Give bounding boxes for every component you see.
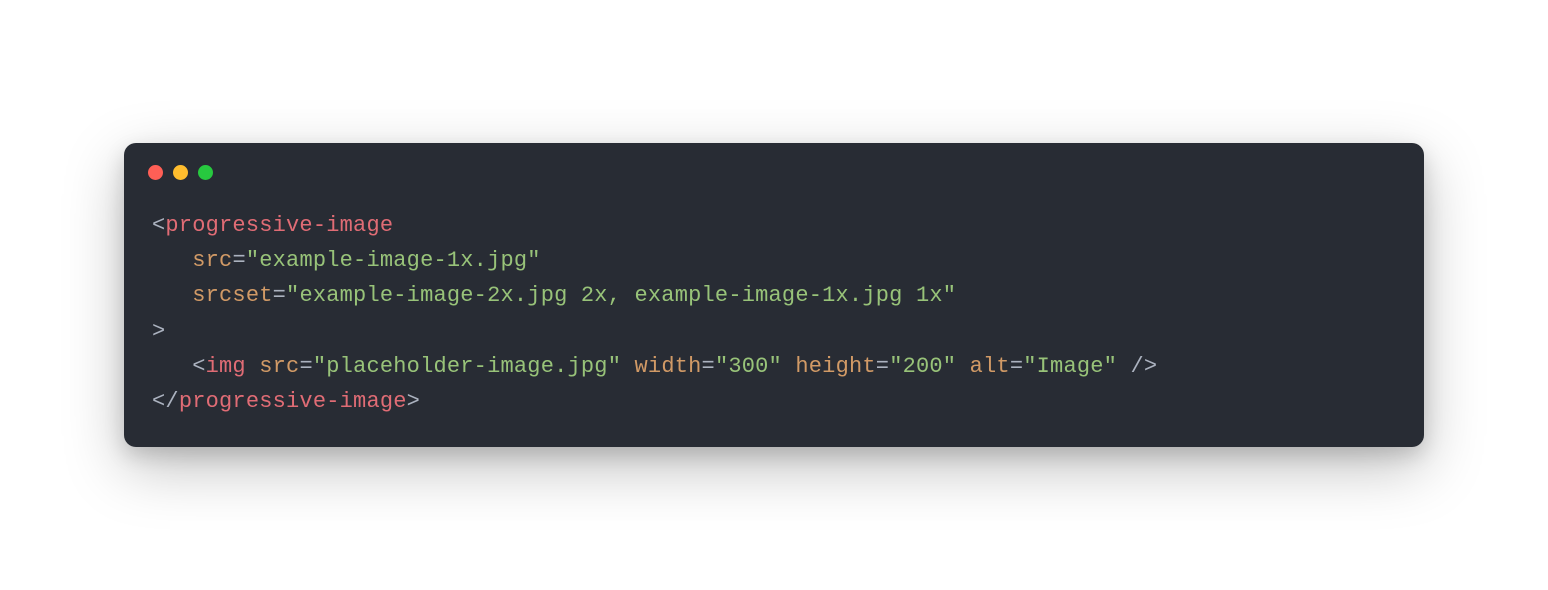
code-token: height [795,354,875,379]
maximize-icon[interactable] [198,165,213,180]
code-token: /> [1117,354,1157,379]
minimize-icon[interactable] [173,165,188,180]
window-titlebar [124,143,1424,190]
code-token: < [152,354,206,379]
code-token: progressive-image [179,389,407,414]
code-token: src [259,354,299,379]
code-line: > [152,314,1396,349]
code-token: srcset [192,283,272,308]
code-token: = [702,354,715,379]
code-token [152,283,192,308]
code-token [782,354,795,379]
code-block: <progressive-image src="example-image-1x… [124,190,1424,419]
code-token [246,354,259,379]
code-token: "placeholder-image.jpg" [313,354,621,379]
code-token: "example-image-2x.jpg 2x, example-image-… [286,283,956,308]
code-token: < [152,213,165,238]
code-line: srcset="example-image-2x.jpg 2x, example… [152,278,1396,313]
code-token: progressive-image [165,213,393,238]
code-token: = [876,354,889,379]
code-token: img [206,354,246,379]
code-token: "300" [715,354,782,379]
code-token: "Image" [1023,354,1117,379]
code-token: alt [970,354,1010,379]
code-token: = [1010,354,1023,379]
code-line: <progressive-image [152,208,1396,243]
code-token: > [407,389,420,414]
code-token [956,354,969,379]
code-token [621,354,634,379]
code-token: src [192,248,232,273]
code-line: </progressive-image> [152,384,1396,419]
code-token: "200" [889,354,956,379]
close-icon[interactable] [148,165,163,180]
code-window: <progressive-image src="example-image-1x… [124,143,1424,447]
code-token: width [635,354,702,379]
code-line: src="example-image-1x.jpg" [152,243,1396,278]
code-token [152,248,192,273]
code-line: <img src="placeholder-image.jpg" width="… [152,349,1396,384]
code-token: > [152,319,165,344]
code-token: = [299,354,312,379]
code-token: "example-image-1x.jpg" [246,248,541,273]
code-token: = [232,248,245,273]
code-token: </ [152,389,179,414]
code-token: = [273,283,286,308]
